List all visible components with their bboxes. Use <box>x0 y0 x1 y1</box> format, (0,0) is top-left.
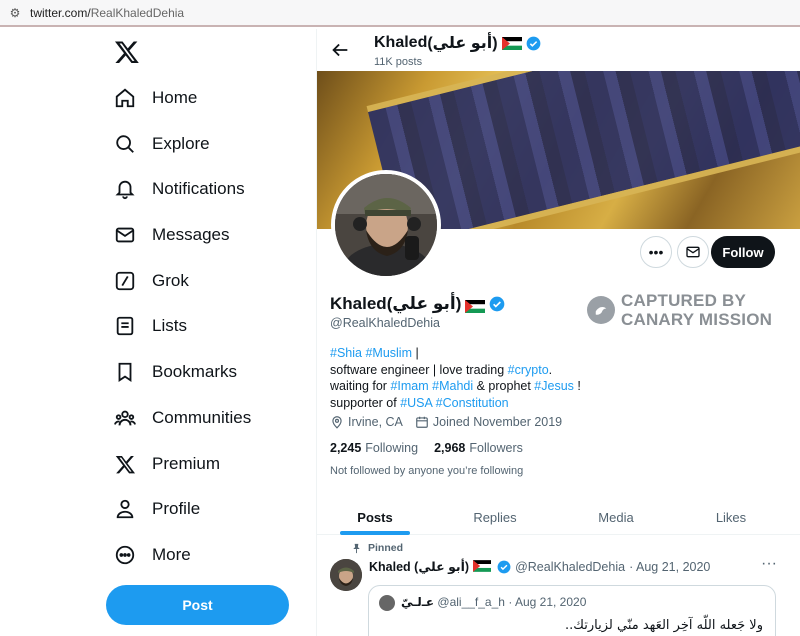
nav-profile[interactable]: Profile <box>112 489 200 529</box>
nav-home[interactable]: Home <box>112 78 197 118</box>
people-icon <box>112 405 138 431</box>
tweet-author-name[interactable]: Khaled (أبو علي) <box>369 559 469 574</box>
grok-icon <box>112 268 138 294</box>
location-pin-icon <box>332 416 342 429</box>
bookmark-icon <box>112 359 138 385</box>
hashtag-link[interactable]: #Jesus <box>534 379 574 393</box>
hashtag-link[interactable]: #Muslim <box>365 346 412 360</box>
person-icon <box>112 496 138 522</box>
pin-icon <box>353 543 360 553</box>
profile-column: Khaled (أبو علي) 11K posts ••• Follow Kh… <box>316 29 800 636</box>
back-arrow-icon[interactable] <box>329 39 351 61</box>
calendar-icon <box>416 416 428 428</box>
canary-mission-watermark: CAPTURED BY CANARY MISSION <box>587 291 772 329</box>
nav-notifications[interactable]: Notifications <box>112 169 245 209</box>
browser-address-bar[interactable]: ⚙ twitter.com/RealKhaledDehia <box>0 0 800 27</box>
nav-home-label: Home <box>152 88 198 107</box>
profile-header-bar: Khaled (أبو علي) 11K posts <box>317 29 800 71</box>
message-button[interactable] <box>677 236 709 268</box>
nav-profile-label: Profile <box>152 499 201 518</box>
profile-meta: Irvine, CA Joined November 2019 <box>330 415 574 429</box>
nav-premium-label: Premium <box>152 454 221 473</box>
nav-bookmarks[interactable]: Bookmarks <box>112 352 237 392</box>
more-circle-icon <box>112 542 138 568</box>
tweet-more-icon[interactable]: ··· <box>761 555 777 573</box>
verified-badge-icon <box>497 560 511 573</box>
nav-grok-label: Grok <box>152 271 189 290</box>
nav-messages[interactable]: Messages <box>112 215 229 255</box>
quoted-tweet[interactable]: ﻋـﻟـيّ @ali__f_a_h · Aug 21, 2020 ولا جَ… <box>368 585 776 636</box>
location-item: Irvine, CA <box>330 415 403 429</box>
profile-tabs: Posts Replies Media Likes <box>317 499 800 535</box>
palestine-flag-icon <box>473 560 493 573</box>
followers-link[interactable]: 2,968 Followers <box>434 441 523 455</box>
joined-item: Joined November 2019 <box>415 415 562 429</box>
quoted-tweet-text: ولا جَعله اللّه آخِر العَهد منّي لزيارتك… <box>565 618 763 633</box>
hashtag-link[interactable]: #Imam <box>390 379 428 393</box>
nav-bookmarks-label: Bookmarks <box>152 362 238 381</box>
active-tab-indicator <box>340 531 410 535</box>
not-followed-note: Not followed by anyone you’re following <box>330 465 524 477</box>
posts-count: 11K posts <box>374 56 423 68</box>
list-icon <box>112 313 138 339</box>
hashtag-link[interactable]: #Mahdi <box>432 379 473 393</box>
post-button[interactable]: Post <box>106 585 289 625</box>
hashtag-link[interactable]: #USA <box>400 396 432 410</box>
nav-lists[interactable]: Lists <box>112 306 187 346</box>
nav-communities[interactable]: Communities <box>112 398 251 438</box>
more-options-button[interactable]: ••• <box>640 236 672 268</box>
sidebar: Home Explore Notifications Messages Grok… <box>0 29 316 636</box>
profile-avatar[interactable] <box>331 170 441 280</box>
hashtag-link[interactable]: #crypto <box>508 363 549 377</box>
tweet-header: Khaled (أبو علي) @RealKhaledDehia · Aug … <box>369 559 710 575</box>
tweet-date[interactable]: · Aug 21, 2020 <box>629 560 710 574</box>
follow-button[interactable]: Follow <box>711 236 775 268</box>
ellipsis-icon: ••• <box>648 244 664 260</box>
nav-messages-label: Messages <box>152 225 230 244</box>
nav-notifications-label: Notifications <box>152 179 245 198</box>
profile-handle: @RealKhaledDehia <box>330 316 440 330</box>
nav-grok[interactable]: Grok <box>112 261 189 301</box>
palestine-flag-icon <box>501 36 522 50</box>
tweet-author-handle[interactable]: @RealKhaledDehia <box>515 560 625 574</box>
palestine-flag-icon <box>465 298 486 313</box>
following-link[interactable]: 2,245 Following <box>330 441 418 455</box>
canary-bird-icon <box>587 296 615 324</box>
site-settings-icon[interactable]: ⚙ <box>8 6 22 20</box>
nav-explore-label: Explore <box>152 134 210 153</box>
url-text: twitter.com/RealKhaledDehia <box>30 5 185 20</box>
hashtag-link[interactable]: #Constitution <box>436 396 509 410</box>
envelope-icon <box>686 246 700 258</box>
header-display-name: Khaled (أبو علي) <box>374 33 541 53</box>
profile-bio: #Shia #Muslim | software engineer | love… <box>330 346 581 410</box>
nav-more[interactable]: More <box>112 535 191 575</box>
hashtag-link[interactable]: #Shia <box>330 346 362 360</box>
home-icon <box>112 85 138 111</box>
nav-explore[interactable]: Explore <box>112 124 210 164</box>
search-icon <box>112 131 138 157</box>
tweet-author-avatar[interactable] <box>330 559 362 591</box>
tab-likes[interactable]: Likes <box>675 499 787 535</box>
profile-display-name: Khaled (أبو علي) <box>330 294 505 314</box>
tab-posts[interactable]: Posts <box>317 499 433 535</box>
x-logo-icon <box>112 451 138 477</box>
quoted-tweet-header: ﻋـﻟـيّ @ali__f_a_h · Aug 21, 2020 <box>401 595 587 609</box>
nav-more-label: More <box>152 545 191 564</box>
quoted-author-avatar <box>379 595 395 611</box>
nav-communities-label: Communities <box>152 408 252 427</box>
pinned-label: Pinned <box>351 542 403 554</box>
x-logo-icon[interactable] <box>114 39 140 65</box>
follow-stats: 2,245 Following 2,968 Followers <box>330 441 539 455</box>
verified-badge-icon <box>526 36 540 50</box>
tab-media[interactable]: Media <box>557 499 675 535</box>
verified-badge-icon <box>490 296 505 312</box>
bell-icon <box>112 176 138 202</box>
envelope-icon <box>112 222 138 248</box>
tab-replies[interactable]: Replies <box>433 499 557 535</box>
nav-lists-label: Lists <box>152 316 187 335</box>
nav-premium[interactable]: Premium <box>112 444 220 484</box>
